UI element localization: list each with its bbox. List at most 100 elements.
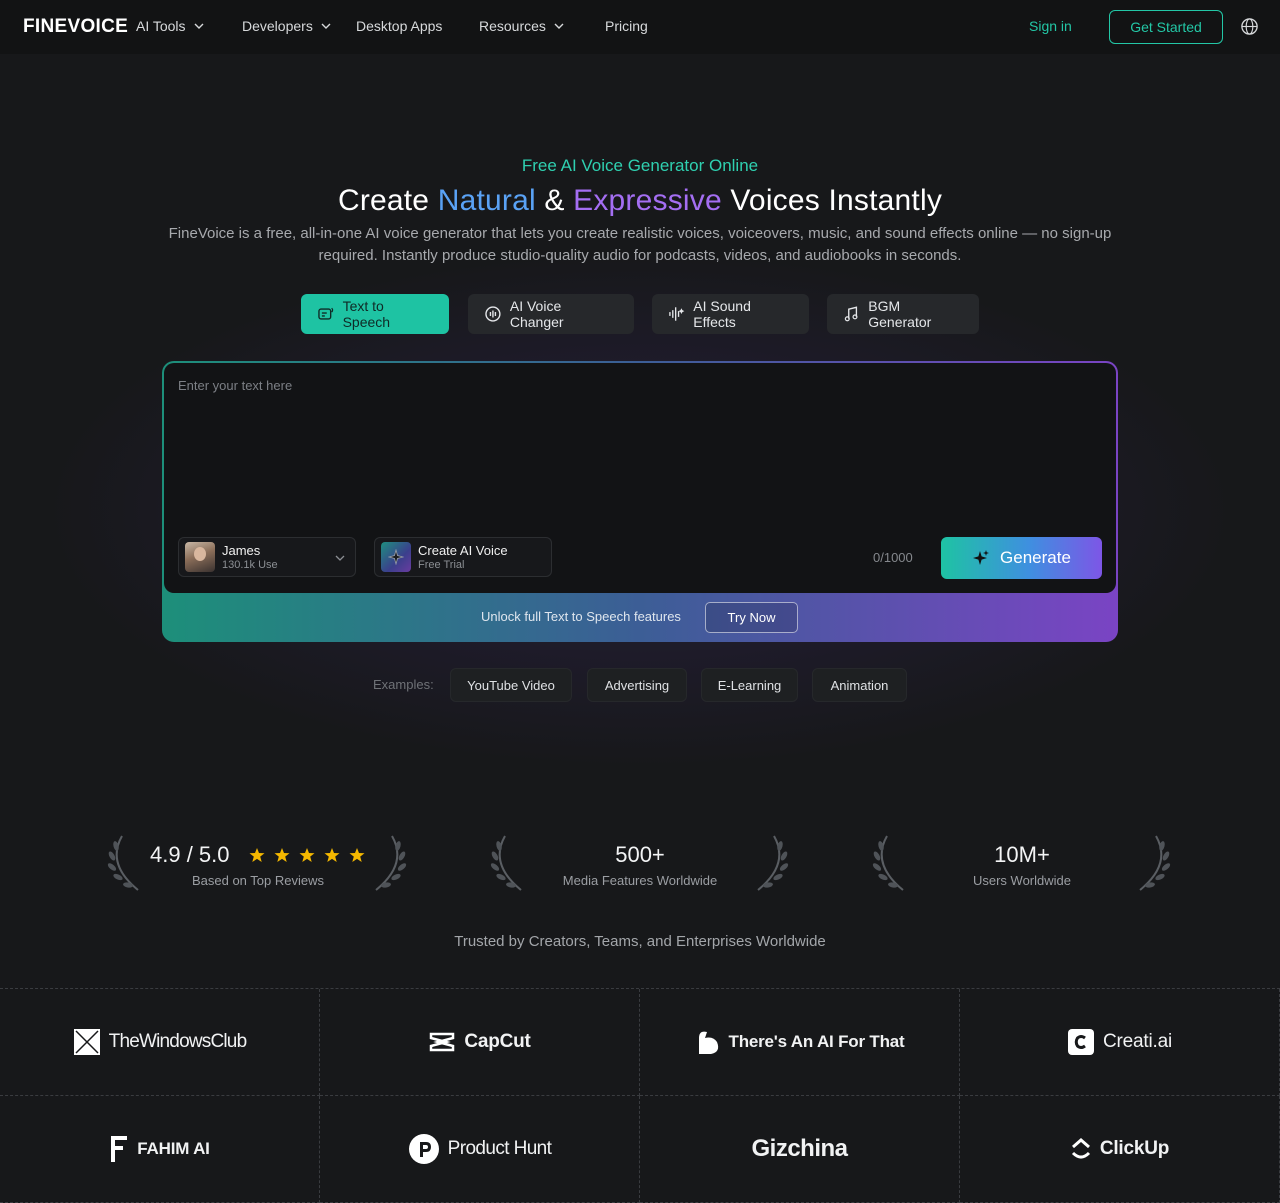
brand-cell: FAHIM AI: [0, 1096, 320, 1203]
nav-ai-tools-label: AI Tools: [136, 18, 186, 34]
brand-cell: Creati.ai: [960, 989, 1280, 1096]
generate-button[interactable]: Generate: [941, 537, 1102, 579]
tab-ai-sound-effects[interactable]: AI Sound Effects: [652, 294, 809, 334]
headline-part1: Create: [337, 184, 438, 217]
tab-ai-voice-changer[interactable]: AI Voice Changer: [468, 294, 634, 334]
chevron-down-icon: [321, 23, 331, 29]
sparkle-icon: [973, 550, 990, 565]
trusted-heading: Trusted by Creators, Teams, and Enterpri…: [454, 933, 826, 950]
example-chip-animation[interactable]: Animation: [812, 668, 907, 702]
brand-cell: Gizchina: [640, 1096, 960, 1203]
chevron-down-icon: [194, 23, 204, 29]
laurel-right-icon: [1139, 835, 1171, 891]
nav-pricing[interactable]: Pricing: [605, 18, 648, 34]
star-icon: [349, 848, 365, 862]
sound-waves-icon: [669, 307, 685, 321]
brand-name: Gizchina: [751, 1135, 848, 1162]
laurel-left-icon: [490, 835, 522, 891]
laurel-right-icon: [757, 835, 789, 891]
nav-developers[interactable]: Developers: [242, 18, 331, 34]
example-chip-elearning[interactable]: E-Learning: [701, 668, 798, 702]
headline-part2: &: [535, 184, 574, 217]
tab-bgm-generator[interactable]: BGM Generator: [827, 294, 979, 334]
nav-resources-label: Resources: [479, 18, 546, 34]
headline-natural: Natural: [437, 184, 536, 217]
brand-name: There's An AI For That: [728, 1032, 905, 1051]
generate-label: Generate: [1000, 548, 1071, 567]
star-icon: [324, 848, 340, 862]
brand-name: TheWindowsClub: [108, 1031, 248, 1052]
character-counter: 0/1000: [873, 550, 913, 565]
top-navbar: FINEVOICE AI Tools Developers Desktop Ap…: [0, 0, 1280, 54]
headline-expressive: Expressive: [573, 184, 722, 217]
tab-text-to-speech[interactable]: Text to Speech: [301, 294, 449, 334]
nav-ai-tools[interactable]: AI Tools: [136, 18, 204, 34]
brand-name: CapCut: [464, 1031, 531, 1052]
nav-pricing-label: Pricing: [605, 18, 648, 34]
nav-developers-label: Developers: [242, 18, 313, 34]
partner-logo-grid: TheWindowsClub CapCut There's An AI For …: [0, 988, 1280, 1203]
features-value: 500+: [615, 842, 665, 867]
tab-label: AI Sound Effects: [693, 298, 751, 330]
capcut-logo-icon: [430, 1032, 455, 1052]
create-ai-voice-subtitle: Free Trial: [418, 559, 465, 571]
get-started-button[interactable]: Get Started: [1109, 10, 1223, 44]
nav-resources[interactable]: Resources: [479, 18, 564, 34]
example-chip-advertising[interactable]: Advertising: [587, 668, 687, 702]
voice-name: James: [222, 543, 261, 558]
brand-cell: ClickUp: [960, 1096, 1280, 1203]
brand-cell: TheWindowsClub: [0, 989, 320, 1096]
voice-usage: 130.1k Use: [222, 559, 278, 571]
brand-cell: CapCut: [320, 989, 640, 1096]
music-note-icon: [844, 306, 858, 322]
windows-club-logo-icon: [73, 1029, 100, 1055]
headline-part3: Voices Instantly: [721, 184, 943, 217]
laurel-left-icon: [872, 835, 904, 891]
hero-eyebrow: Free AI Voice Generator Online: [521, 156, 759, 175]
brand-cell: There's An AI For That: [640, 989, 960, 1096]
brand-name: FAHIM AI: [137, 1139, 210, 1158]
unlock-text: Unlock full Text to Speech features: [481, 609, 681, 624]
fahim-logo-icon: [111, 1136, 128, 1162]
brand-cell: Product Hunt: [320, 1096, 640, 1203]
star-icon: [249, 848, 265, 862]
try-now-button[interactable]: Try Now: [705, 602, 798, 633]
rating-stars: [249, 847, 365, 863]
taaft-logo-icon: [698, 1031, 718, 1054]
users-value: 10M+: [994, 842, 1050, 867]
brand-name: Creati.ai: [1103, 1031, 1172, 1052]
globe-icon[interactable]: [1240, 17, 1259, 36]
rating-value: 4.9 / 5.0: [150, 842, 230, 867]
voice-avatar: [185, 542, 215, 572]
create-ai-voice-button[interactable]: Create AI Voice Free Trial: [374, 537, 552, 577]
tab-label: Text to Speech: [342, 298, 391, 330]
laurel-right-icon: [375, 835, 407, 891]
features-label: Media Features Worldwide: [562, 873, 718, 888]
users-label: Users Worldwide: [972, 873, 1071, 888]
brand-name: ClickUp: [1099, 1138, 1170, 1159]
clickup-logo-icon: [1071, 1138, 1090, 1159]
chevron-down-icon: [554, 23, 564, 29]
star-icon: [274, 848, 290, 862]
hero-headline: Create Natural & Expressive Voices Insta…: [0, 184, 1280, 218]
rating-label: Based on Top Reviews: [191, 873, 324, 888]
logo[interactable]: FINEVOICE: [23, 16, 128, 38]
create-ai-voice-title: Create AI Voice: [418, 543, 508, 558]
text-to-speech-icon: [318, 307, 334, 320]
tab-label: AI Voice Changer: [509, 298, 564, 330]
nav-desktop-apps-label: Desktop Apps: [356, 18, 443, 34]
voice-selector[interactable]: James 130.1k Use: [178, 537, 356, 577]
star-icon: [299, 848, 315, 862]
brand-name: Product Hunt: [447, 1138, 552, 1159]
chevron-down-icon: [335, 555, 345, 561]
example-chip-youtube[interactable]: YouTube Video: [450, 668, 572, 702]
creati-logo-icon: [1068, 1029, 1095, 1055]
product-hunt-logo-icon: [408, 1134, 439, 1164]
nav-desktop-apps[interactable]: Desktop Apps: [356, 18, 442, 34]
sign-in-link[interactable]: Sign in: [1029, 18, 1072, 34]
sparkle-icon: [381, 542, 411, 572]
examples-label: Examples:: [373, 677, 434, 692]
tab-label: BGM Generator: [868, 298, 932, 330]
text-input[interactable]: [178, 378, 1078, 518]
hero-description: FineVoice is a free, all-in-one AI voice…: [168, 225, 1112, 264]
